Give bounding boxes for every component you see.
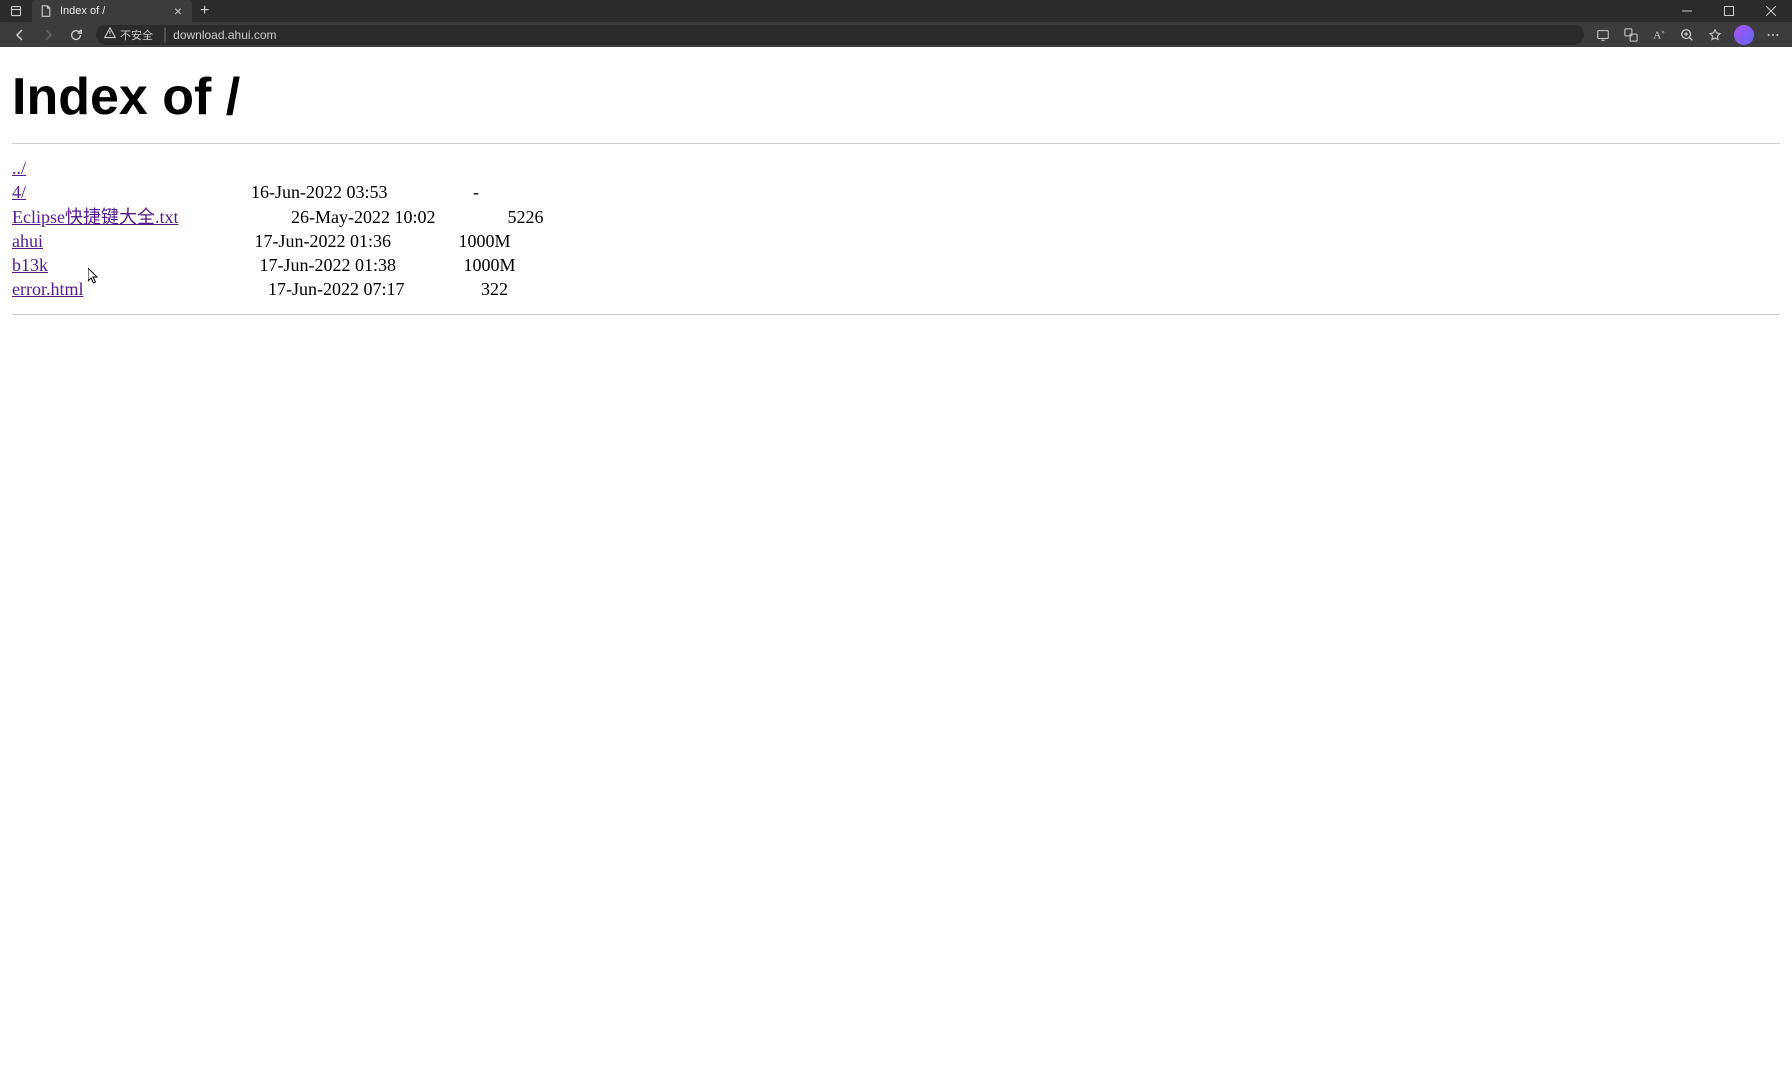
file-link[interactable]: ../ bbox=[12, 158, 26, 178]
security-badge[interactable]: 不安全 bbox=[104, 27, 153, 43]
menu-icon[interactable] bbox=[1760, 24, 1786, 46]
toolbar-right: A» bbox=[1590, 24, 1786, 46]
favorite-icon[interactable] bbox=[1702, 24, 1728, 46]
url-bar[interactable]: 不安全 | download.ahui.com bbox=[96, 25, 1584, 45]
file-link[interactable]: b13k bbox=[12, 255, 48, 275]
close-tab-icon[interactable]: × bbox=[172, 3, 184, 19]
file-link[interactable]: ahui bbox=[12, 231, 43, 251]
back-button[interactable] bbox=[6, 23, 34, 47]
file-listing: ../ 4/ 16-Jun-2022 03:53 - Eclipse快捷键大全.… bbox=[12, 156, 1780, 302]
minimize-button[interactable] bbox=[1666, 0, 1708, 22]
tab-bar: Index of / × + bbox=[0, 0, 1792, 22]
window-controls bbox=[1666, 0, 1792, 22]
translate-icon[interactable] bbox=[1618, 24, 1644, 46]
address-bar: 不安全 | download.ahui.com A» bbox=[0, 22, 1792, 47]
reload-button[interactable] bbox=[62, 23, 90, 47]
warning-icon bbox=[104, 27, 116, 42]
browser-tab[interactable]: Index of / × bbox=[32, 0, 192, 22]
divider bbox=[12, 143, 1780, 144]
zoom-icon[interactable] bbox=[1674, 24, 1700, 46]
read-aloud-icon[interactable]: A» bbox=[1646, 24, 1672, 46]
page-title: Index of / bbox=[12, 67, 1780, 127]
divider bbox=[12, 314, 1780, 315]
profile-avatar[interactable] bbox=[1734, 25, 1754, 45]
tab-actions-icon[interactable] bbox=[4, 0, 28, 22]
file-link[interactable]: error.html bbox=[12, 279, 83, 299]
tab-title: Index of / bbox=[60, 5, 172, 17]
app-available-icon[interactable] bbox=[1590, 24, 1616, 46]
file-link[interactable]: Eclipse快捷键大全.txt bbox=[12, 207, 178, 227]
page-icon bbox=[40, 4, 54, 18]
new-tab-button[interactable]: + bbox=[192, 2, 217, 20]
maximize-button[interactable] bbox=[1708, 0, 1750, 22]
url-text: download.ahui.com bbox=[173, 28, 276, 42]
file-link[interactable]: 4/ bbox=[12, 182, 26, 202]
page-content: Index of / ../ 4/ 16-Jun-2022 03:53 - Ec… bbox=[0, 47, 1792, 1080]
forward-button[interactable] bbox=[34, 23, 62, 47]
close-window-button[interactable] bbox=[1750, 0, 1792, 22]
separator: | bbox=[163, 26, 167, 44]
browser-chrome: Index of / × + bbox=[0, 0, 1792, 47]
security-text: 不安全 bbox=[120, 27, 153, 43]
